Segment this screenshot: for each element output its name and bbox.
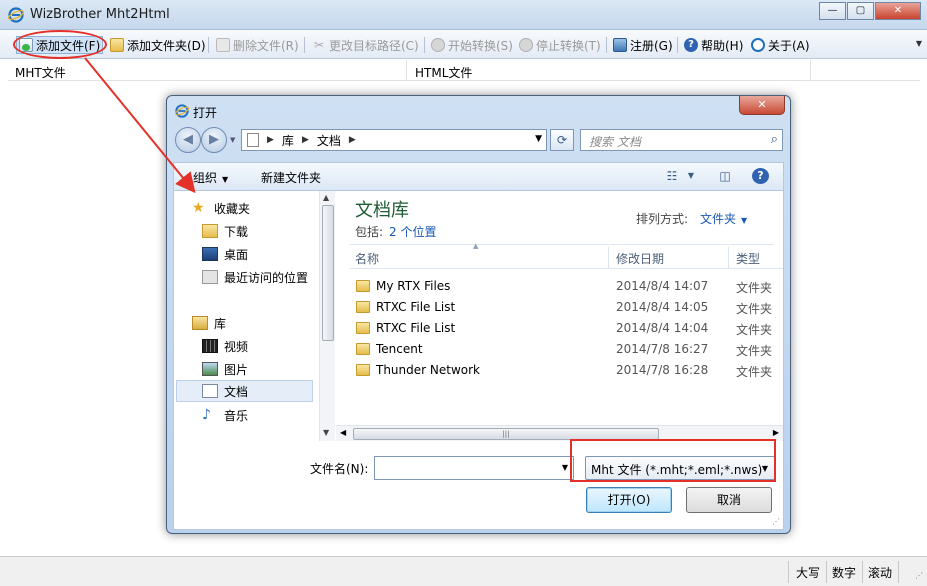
annotation-arrow: [84, 57, 196, 194]
